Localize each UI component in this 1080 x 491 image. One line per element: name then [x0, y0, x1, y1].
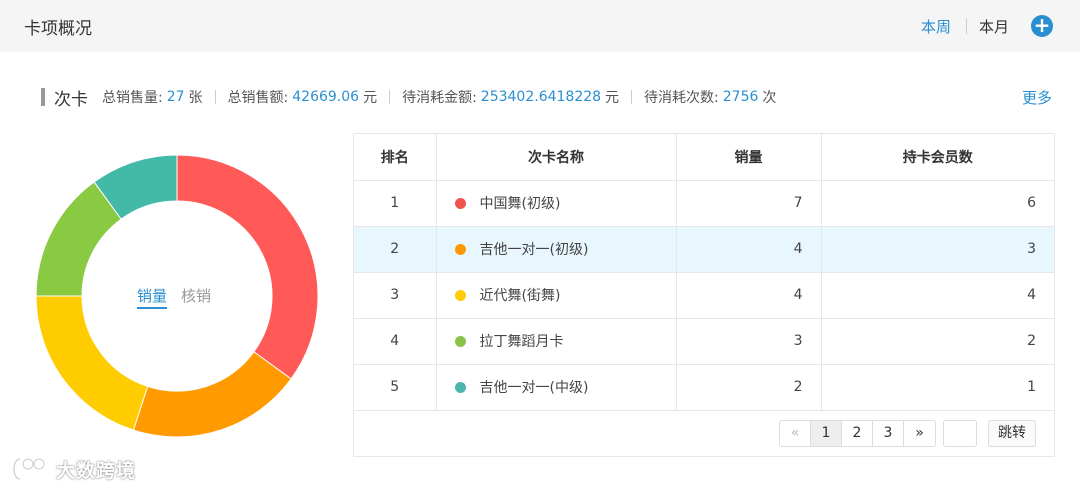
table-row[interactable]: 2 吉他一对一(初级) 4 3 [354, 226, 1054, 273]
page-button-1[interactable]: 1 [811, 421, 842, 446]
stat-divider [214, 90, 216, 104]
period-divider [966, 18, 967, 34]
row-members: 4 [821, 272, 1054, 319]
row-sales: 2 [676, 364, 822, 411]
donut-slice[interactable] [132, 351, 292, 438]
donut-tabs: 销量 核销 [137, 285, 211, 309]
legend-dot-icon [454, 336, 466, 347]
pending-amount-unit: 元 [605, 90, 620, 106]
page-button-3[interactable]: 3 [873, 421, 904, 446]
total-amount-value: 42669.06 [292, 89, 360, 105]
stat-divider [389, 90, 391, 104]
watermark: 大数跨境 [10, 455, 136, 483]
row-rank: 5 [354, 364, 437, 411]
col-sales: 销量 [676, 134, 822, 181]
more-link[interactable]: 更多 [1022, 87, 1052, 108]
watermark-text: 大数跨境 [56, 459, 137, 482]
legend-dot-icon [454, 198, 466, 209]
legend-dot-icon [454, 244, 466, 255]
legend-dot-icon [454, 290, 466, 301]
card-ranking-table: 排名 次卡名称 销量 持卡会员数 1 中国舞(初级) 7 6 2 吉他一对一(初… [353, 133, 1055, 457]
page-button-2[interactable]: 2 [842, 421, 873, 446]
row-members: 6 [821, 180, 1054, 227]
row-rank: 1 [354, 180, 437, 227]
table-header-row: 排名 次卡名称 销量 持卡会员数 [354, 134, 1054, 181]
table-row[interactable]: 5 吉他一对一(中级) 2 1 [354, 364, 1054, 411]
pending-amount-label: 待消耗金额: [402, 90, 477, 106]
legend-dot-icon [454, 382, 466, 393]
total-sales-label: 总销售量: [102, 90, 163, 106]
col-members: 持卡会员数 [821, 134, 1054, 181]
row-sales: 4 [676, 226, 822, 273]
total-sales-value: 27 [166, 89, 185, 105]
row-members: 1 [821, 364, 1054, 411]
row-rank: 3 [354, 272, 437, 319]
pending-times-unit: 次 [762, 90, 777, 106]
row-name-cell: 吉他一对一(初级) [436, 226, 677, 273]
page-jump-input[interactable] [943, 420, 977, 447]
donut-tab-sales[interactable]: 销量 [137, 285, 168, 309]
table-row[interactable]: 3 近代舞(街舞) 4 4 [354, 272, 1054, 319]
row-name: 拉丁舞蹈月卡 [479, 334, 564, 350]
total-sales-unit: 张 [188, 90, 203, 106]
add-icon[interactable]: + [1031, 15, 1053, 37]
pagination: « 1 2 3 » [779, 420, 936, 447]
row-name: 吉他一对一(中级) [479, 380, 589, 396]
row-name: 近代舞(街舞) [479, 288, 561, 304]
total-amount-label: 总销售额: [227, 90, 289, 106]
page-jump-button[interactable]: 跳转 [988, 420, 1036, 447]
row-name-cell: 中国舞(初级) [436, 180, 677, 227]
donut-slice[interactable] [176, 154, 319, 380]
row-name-cell: 拉丁舞蹈月卡 [436, 318, 677, 365]
period-month-tab[interactable]: 本月 [979, 16, 1009, 37]
col-card-name: 次卡名称 [436, 134, 677, 181]
page-prev-button[interactable]: « [780, 421, 811, 446]
table-row[interactable]: 4 拉丁舞蹈月卡 3 2 [354, 318, 1054, 365]
donut-slice[interactable] [35, 295, 149, 431]
total-amount-unit: 元 [363, 90, 378, 106]
period-week-tab[interactable]: 本周 [921, 16, 951, 37]
stat-divider [631, 90, 633, 104]
row-rank: 2 [354, 226, 437, 273]
col-rank: 排名 [354, 134, 437, 181]
row-name: 吉他一对一(初级) [479, 242, 589, 258]
pending-times-value: 2756 [722, 89, 759, 105]
stats-bar: 次卡 总销售量: 27 张 总销售额: 42669.06 元 待消耗金额: 25… [41, 86, 777, 110]
row-name-cell: 吉他一对一(中级) [436, 364, 677, 411]
row-sales: 4 [676, 272, 822, 319]
row-members: 2 [821, 318, 1054, 365]
card-type-label: 次卡 [54, 89, 88, 110]
watermark-logo-icon [12, 457, 46, 481]
row-sales: 3 [676, 318, 822, 365]
row-name-cell: 近代舞(街舞) [436, 272, 677, 319]
section-header: 卡项概况 本周 本月 + [0, 0, 1080, 52]
row-name: 中国舞(初级) [479, 196, 561, 212]
pending-times-label: 待消耗次数: [644, 90, 719, 106]
row-rank: 4 [354, 318, 437, 365]
section-title: 卡项概况 [24, 19, 92, 39]
page-next-button[interactable]: » [904, 421, 935, 446]
table-row[interactable]: 1 中国舞(初级) 7 6 [354, 180, 1054, 227]
donut-tab-verify[interactable]: 核销 [181, 285, 211, 309]
stats-marker [41, 88, 45, 106]
row-sales: 7 [676, 180, 822, 227]
row-members: 3 [821, 226, 1054, 273]
pending-amount-value: 253402.6418228 [480, 89, 602, 105]
